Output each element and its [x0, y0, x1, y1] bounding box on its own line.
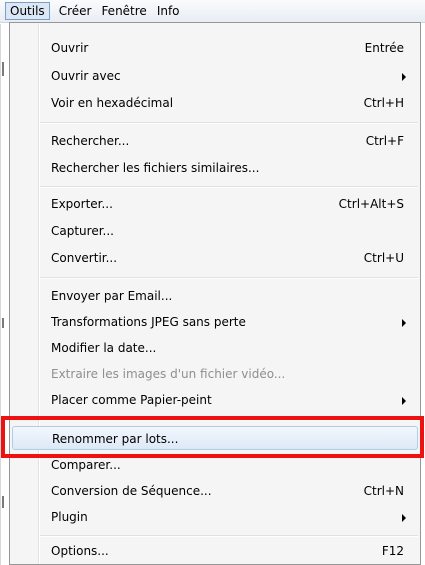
menu-item-label: Rechercher... — [51, 134, 130, 148]
menu-item-shortcut: Ctrl+Alt+S — [338, 197, 404, 211]
menu-item-label: Placer comme Papier-peint — [51, 393, 212, 407]
menu-item-shortcut: Ctrl+H — [363, 96, 404, 110]
menu-item-ouvrir[interactable]: Ouvrir Entrée — [12, 36, 418, 60]
menu-separator — [40, 122, 418, 124]
outils-dropdown-menu: Ouvrir Entrée Ouvrir avec Voir en hexadé… — [9, 22, 421, 565]
screenshot-page: Outils Créer Fenêtre Info Ouvrir Entrée … — [0, 0, 425, 565]
menu-item-label: Transformations JPEG sans perte — [51, 315, 246, 329]
menu-item-label: Exporter... — [51, 197, 113, 211]
menubar-fenetre[interactable]: Fenêtre — [96, 2, 151, 20]
menubar-outils[interactable]: Outils — [5, 2, 50, 20]
menu-item-shortcut: Ctrl+F — [365, 134, 404, 148]
menu-item-options[interactable]: Options... F12 — [12, 539, 418, 563]
menu-item-exporter[interactable]: Exporter... Ctrl+Alt+S — [12, 192, 418, 216]
submenu-arrow-icon — [402, 319, 406, 327]
menu-item-label: Ouvrir — [51, 41, 89, 55]
menu-item-extraire-images-video: Extraire les images d'un fichier vidéo..… — [12, 362, 418, 386]
menu-item-shortcut: Entrée — [364, 41, 404, 55]
menu-item-label: Extraire les images d'un fichier vidéo..… — [51, 367, 286, 381]
menu-item-label: Ouvrir avec — [51, 69, 121, 83]
menu-item-transformations-jpeg[interactable]: Transformations JPEG sans perte — [12, 310, 418, 334]
menu-item-rechercher-similaires[interactable]: Rechercher les fichiers similaires... — [12, 156, 418, 180]
menu-item-label: Rechercher les fichiers similaires... — [51, 161, 260, 175]
menu-item-placer-papier-peint[interactable]: Placer comme Papier-peint — [12, 388, 418, 412]
menu-item-shortcut: Ctrl+N — [363, 484, 404, 498]
menu-item-label: Capturer... — [51, 224, 114, 238]
window-edge-mark — [2, 62, 4, 76]
window-edge-mark — [2, 318, 4, 328]
menu-separator — [40, 535, 418, 537]
menu-item-plugin[interactable]: Plugin — [12, 505, 418, 529]
menu-item-convertir[interactable]: Convertir... Ctrl+U — [12, 246, 418, 270]
menu-item-label: Comparer... — [51, 458, 121, 472]
menubar-info[interactable]: Info — [152, 2, 185, 20]
menu-separator — [40, 186, 418, 188]
menu-item-envoyer-email[interactable]: Envoyer par Email... — [12, 284, 418, 308]
menu-item-modifier-date[interactable]: Modifier la date... — [12, 336, 418, 360]
menu-item-label: Modifier la date... — [51, 341, 157, 355]
submenu-arrow-icon — [402, 514, 406, 522]
menu-separator — [40, 277, 418, 279]
annotation-highlight-box — [1, 416, 424, 458]
menu-item-shortcut: F12 — [381, 544, 404, 558]
menu-item-rechercher[interactable]: Rechercher... Ctrl+F — [12, 129, 418, 153]
window-edge-mark — [2, 496, 4, 508]
menu-item-voir-hexadecimal[interactable]: Voir en hexadécimal Ctrl+H — [12, 91, 418, 115]
submenu-arrow-icon — [402, 397, 406, 405]
menu-item-capturer[interactable]: Capturer... — [12, 219, 418, 243]
menu-item-label: Convertir... — [51, 251, 118, 265]
menubar-creer[interactable]: Créer — [54, 2, 97, 20]
menu-item-label: Voir en hexadécimal — [51, 96, 174, 110]
menu-item-label: Envoyer par Email... — [51, 289, 173, 303]
menu-bar: Outils Créer Fenêtre Info — [0, 0, 425, 23]
menu-item-label: Options... — [51, 544, 109, 558]
menu-item-conversion-sequence[interactable]: Conversion de Séquence... Ctrl+N — [12, 479, 418, 503]
menu-item-label: Plugin — [51, 510, 88, 524]
window-edge — [0, 24, 1, 565]
menu-item-shortcut: Ctrl+U — [363, 251, 404, 265]
menu-item-label: Conversion de Séquence... — [51, 484, 212, 498]
submenu-arrow-icon — [402, 73, 406, 81]
menu-item-ouvrir-avec[interactable]: Ouvrir avec — [12, 64, 418, 88]
